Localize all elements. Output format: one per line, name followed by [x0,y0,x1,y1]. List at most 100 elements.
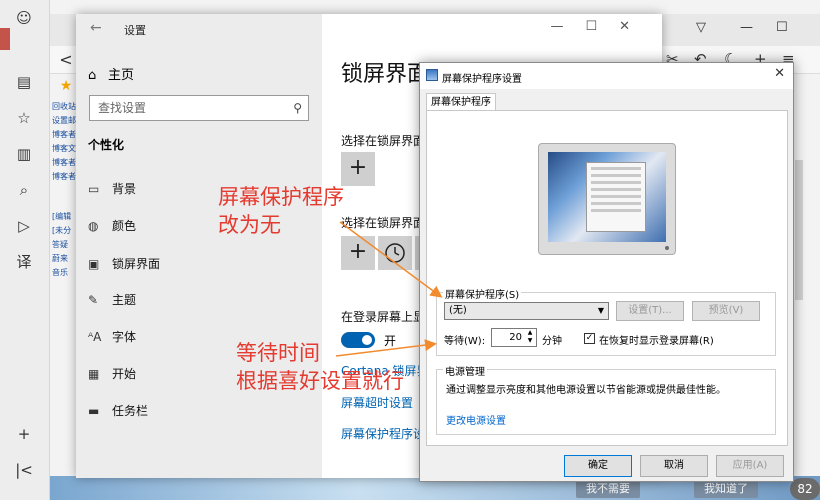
reader-icon[interactable]: ▤ [14,72,34,92]
taskbar-icon: ▬ [88,404,100,418]
power-group-label: 电源管理 [443,363,487,378]
stepper-arrows-icon[interactable]: ▲ ▼ [525,329,535,345]
login-bg-label: 在登录屏幕上显 [341,310,426,324]
resume-checkbox-label[interactable]: 在恢复时显示登录屏幕(R) [599,332,714,347]
fav-item[interactable]: 回收站 [52,100,78,114]
search-icon[interactable]: ⚲ [293,96,302,120]
fav-item[interactable]: [未分 [52,224,78,238]
screen-saver-select[interactable]: (无) ▼ [444,302,609,320]
screen-saver-link[interactable]: 屏幕保护程序设 [341,425,425,442]
start-icon: ▦ [88,367,100,381]
acknowledge-button[interactable]: 我知道了 [694,480,758,498]
annotation-text: 屏幕保护程序 [218,185,344,209]
saver-group-label: 屏幕保护程序(S) [443,286,522,301]
add-quick-app-button[interactable]: + [341,236,375,270]
screen-saver-dialog: 屏幕保护程序设置 ✕ 屏幕保护程序 屏幕保护程序(S) (无) ▼ 设置(T).… [419,62,794,482]
fav-item[interactable]: [编辑 [52,210,78,224]
page-title: 锁屏界面 [341,62,430,87]
login-bg-toggle[interactable] [341,332,375,348]
fav-item[interactable]: 博客者 [52,170,78,184]
wait-value: 20 [509,332,522,343]
picture-icon: ▭ [88,182,100,196]
fav-item[interactable]: 蔚来 [52,252,78,266]
apply-button[interactable]: 应用(A) [716,455,784,477]
minimize-icon[interactable]: — [740,20,753,35]
star-icon[interactable]: ☆ [14,108,34,128]
rail-thumbnail[interactable] [0,28,10,50]
add-detail-app-button[interactable]: + [341,152,375,186]
resume-checkbox[interactable]: ✓ [584,333,595,344]
favorites-list: 回收站 设置邮 博客者 博客文 博客者 博客者 [编辑 [未分 答疑 蔚来 音乐 [52,100,78,300]
power-description: 通过调整显示亮度和其他电源设置以节省能源或提供最佳性能。 [446,385,726,396]
home-nav[interactable]: ⌂ 主页 [88,64,134,83]
back-icon[interactable]: ← [90,20,102,36]
lockscreen-icon: ▣ [88,257,100,271]
fav-item[interactable]: 设置邮 [52,114,78,128]
nav-label: 任务栏 [112,404,149,418]
settings-titlebar: ← 设置 —☐✕ [76,14,662,44]
dialog-title: 屏幕保护程序设置 [442,74,522,85]
cancel-button[interactable]: 取消 [640,455,708,477]
favorite-star-icon[interactable]: ★ [56,76,76,96]
shirt-icon[interactable]: ▽ [696,20,706,35]
maximize-icon[interactable]: ☐ [776,20,788,35]
page-scrollbar[interactable] [795,160,803,300]
nav-label: 锁屏界面 [112,257,161,271]
nav-label: 开始 [112,367,137,381]
wait-minutes-stepper[interactable]: 20 ▲ ▼ [491,328,537,347]
selected-saver: (无) [449,305,467,316]
search-icon[interactable]: ⌕ [14,180,34,200]
nav-item-taskbar[interactable]: ▬ 任务栏 [88,401,148,421]
change-power-link[interactable]: 更改电源设置 [446,412,506,427]
theme-icon: ✎ [88,293,99,307]
ok-button[interactable]: 确定 [564,455,632,477]
count-badge[interactable]: 82 [790,478,820,500]
palette-icon: ◍ [88,219,99,233]
annotation-text: 根据喜好设置就行 [236,369,404,393]
fav-item[interactable]: 博客者 [52,128,78,142]
add-icon[interactable]: + [14,424,34,444]
nav-item-colors[interactable]: ◍ 颜色 [88,216,136,236]
book-icon[interactable]: ▥ [14,144,34,164]
fav-item[interactable]: 博客者 [52,156,78,170]
alarm-app-tile[interactable] [378,236,412,270]
power-led [665,246,669,250]
dialog-titlebar: 屏幕保护程序设置 ✕ [420,63,793,89]
nav-label: 颜色 [112,219,137,233]
translate-icon[interactable]: 译 [14,252,34,272]
chevron-down-icon: ▼ [597,306,604,315]
browser-left-rail: ☺ ▤ ☆ ▥ ⌕ ▷ 译 + |< [0,0,50,500]
home-label: 主页 [108,68,135,83]
back-arrow-icon[interactable]: < [56,50,76,70]
nav-item-background[interactable]: ▭ 背景 [88,179,136,199]
close-icon[interactable]: ✕ [774,66,785,81]
monitor-icon [426,69,438,81]
saver-settings-button[interactable]: 设置(T)... [616,301,684,321]
nav-label: 背景 [112,182,137,196]
nav-item-start[interactable]: ▦ 开始 [88,364,136,384]
settings-search-input[interactable]: 查找设置 ⚲ [89,95,309,121]
nav-item-lockscreen[interactable]: ▣ 锁屏界面 [88,254,160,274]
preview-button[interactable]: 预览(V) [692,301,760,321]
home-icon: ⌂ [88,68,97,83]
screen-timeout-link[interactable]: 屏幕超时设置 [341,394,413,411]
avatar-icon[interactable]: ☺ [14,8,34,28]
preview-window [586,162,646,232]
clock-icon [385,243,405,263]
fav-item[interactable]: 音乐 [52,266,78,280]
preview-screen [548,152,666,242]
fav-item[interactable]: 博客文 [52,142,78,156]
font-icon: ᴬA [88,330,102,344]
video-icon[interactable]: ▷ [14,216,34,236]
preview-monitor [538,143,676,255]
window-controls[interactable]: —☐✕ [550,19,652,34]
annotation-text: 改为无 [218,213,281,237]
nav-item-fonts[interactable]: ᴬA 字体 [88,327,136,347]
collapse-icon[interactable]: |< [14,460,34,480]
nav-label: 字体 [112,330,137,344]
decline-button[interactable]: 我不需要 [576,480,640,498]
fav-item[interactable]: 答疑 [52,238,78,252]
search-placeholder: 查找设置 [98,101,147,115]
nav-item-themes[interactable]: ✎ 主题 [88,290,136,310]
tab-screen-saver[interactable]: 屏幕保护程序 [426,93,496,111]
